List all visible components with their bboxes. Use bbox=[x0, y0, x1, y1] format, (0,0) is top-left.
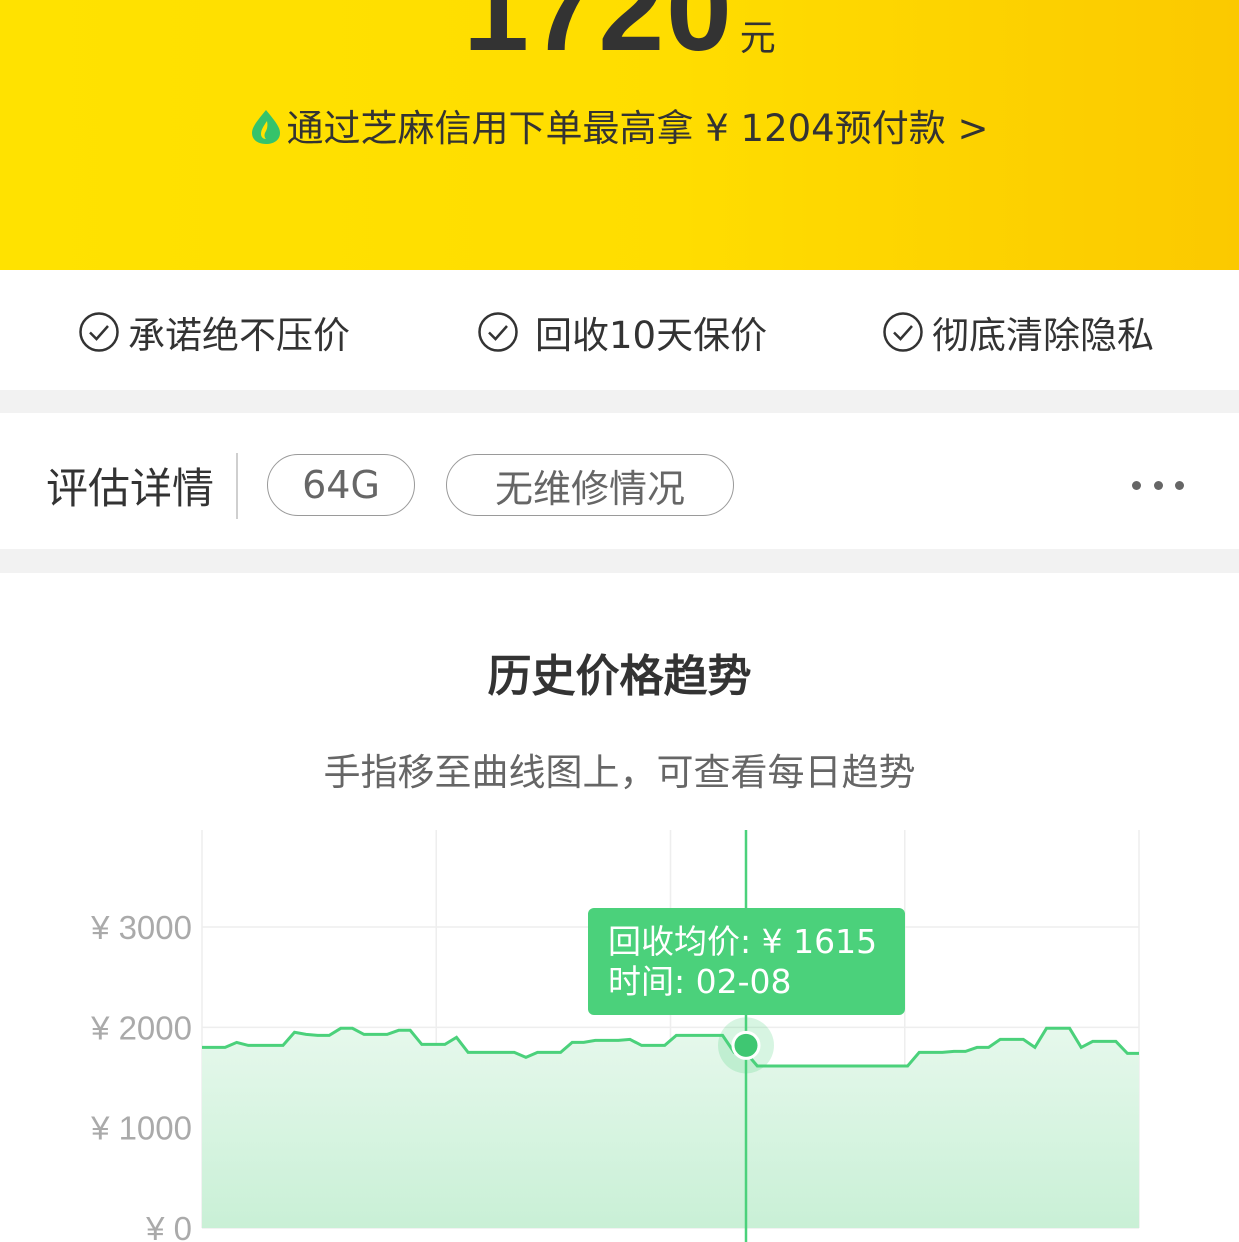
promise-item-privacy: 彻底清除隐私 bbox=[882, 308, 1154, 357]
section-divider bbox=[0, 549, 1239, 573]
tag-storage: 64G bbox=[267, 454, 415, 516]
zhima-credit-icon bbox=[251, 110, 280, 144]
promise-label: 回收10天保价 bbox=[535, 314, 768, 357]
promise-label: 承诺绝不压价 bbox=[128, 314, 350, 357]
promise-item-price-protect: 回收10天保价 bbox=[477, 308, 768, 357]
tooltip-date: 时间: 02-08 bbox=[608, 962, 792, 1001]
price-area bbox=[202, 1028, 1139, 1228]
y-tick-label: ¥ 3000 bbox=[90, 909, 192, 946]
y-tick-label: ¥ 0 bbox=[145, 1210, 192, 1242]
tag-repair: 无维修情况 bbox=[446, 454, 734, 516]
tooltip-price: 回收均价: ¥ 1615 bbox=[608, 922, 878, 961]
trend-title: 历史价格趋势 bbox=[487, 651, 752, 702]
check-circle-icon bbox=[79, 312, 119, 352]
promise-bar: 承诺绝不压价 回收10天保价 彻底清除隐私 bbox=[0, 270, 1239, 390]
promise-item-no-price-cut: 承诺绝不压价 bbox=[78, 308, 350, 357]
trend-subtitle: 手指移至曲线图上，可查看每日趋势 bbox=[323, 751, 916, 794]
price-unit: 元 bbox=[739, 18, 776, 59]
estimated-price: 1720 元 bbox=[0, 0, 1239, 78]
selected-point[interactable] bbox=[731, 1030, 761, 1060]
price-header: 1720 元 通过芝麻信用下单最高拿 ¥ 1204预付款 > bbox=[0, 0, 1239, 270]
evaluation-details[interactable]: 评估详情 64G 无维修情况 bbox=[0, 413, 1239, 549]
section-divider bbox=[0, 390, 1239, 413]
y-tick-label: ¥ 1000 bbox=[90, 1110, 192, 1147]
price-tooltip: 回收均价: ¥ 1615 时间: 02-08 bbox=[588, 908, 905, 1015]
zhima-credit-link[interactable]: 通过芝麻信用下单最高拿 ¥ 1204预付款 > bbox=[0, 98, 1239, 152]
y-tick-label: ¥ 2000 bbox=[90, 1009, 192, 1046]
price-value: 1720 bbox=[463, 0, 734, 76]
check-circle-icon bbox=[478, 312, 518, 352]
price-trend-chart[interactable]: ¥ 0 ¥ 1000 ¥ 2000 ¥ 3000 bbox=[0, 820, 1239, 1242]
title-divider bbox=[236, 453, 238, 519]
promise-label: 彻底清除隐私 bbox=[932, 314, 1154, 357]
credit-text: 通过芝麻信用下单最高拿 ¥ 1204预付款 > bbox=[286, 107, 989, 150]
evaluation-title: 评估详情 bbox=[46, 464, 215, 513]
check-circle-icon bbox=[883, 312, 923, 352]
more-icon[interactable] bbox=[1132, 470, 1184, 500]
